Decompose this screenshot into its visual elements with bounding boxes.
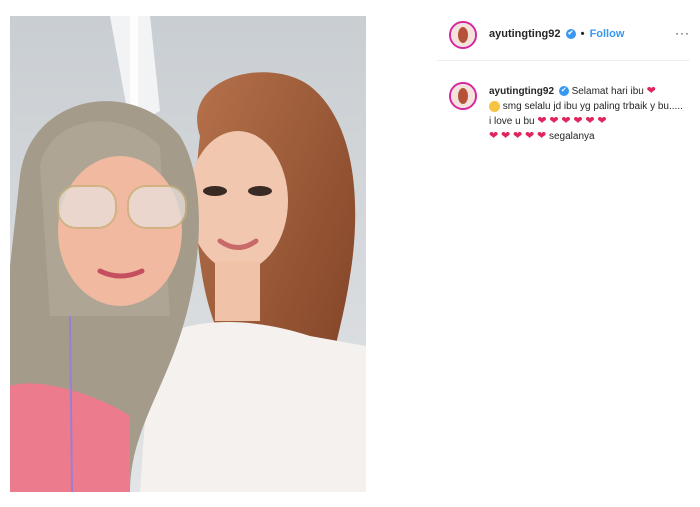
caption-username-link[interactable]: ayutingting92	[489, 86, 554, 97]
caption-text-4: segalanya	[549, 131, 595, 142]
separator-dot: •	[580, 28, 585, 40]
avatar-image	[451, 84, 475, 108]
heart-icon: ❤	[585, 115, 595, 127]
heart-icon: ❤	[537, 115, 547, 127]
heart-icon: ❤	[561, 115, 571, 127]
post-header: ayutingting92 ✔ • Follow ···	[437, 10, 690, 61]
heart-icon: ❤	[501, 130, 511, 142]
heart-icon: ❤	[646, 85, 656, 97]
heart-icon: ❤	[573, 115, 583, 127]
heart-icon: ❤	[549, 115, 559, 127]
caption-text-1: Selamat hari ibu	[571, 86, 644, 97]
caption-text-2: smg selalu jd ibu yg paling trbaik	[502, 101, 648, 112]
avatar-image	[451, 23, 475, 47]
kiss-emoji-icon	[489, 100, 500, 112]
profile-avatar[interactable]	[449, 21, 477, 49]
verified-badge-icon: ✔	[565, 29, 576, 40]
comment-avatar[interactable]	[449, 82, 477, 110]
heart-icon: ❤	[597, 115, 607, 127]
follow-button[interactable]: Follow	[590, 28, 625, 40]
post-image	[10, 16, 366, 492]
heart-icon: ❤	[525, 130, 535, 142]
more-options-icon[interactable]: ···	[675, 26, 690, 40]
heart-icon: ❤	[513, 130, 523, 142]
verified-badge-icon: ✔	[558, 86, 569, 97]
header-username-row: ayutingting92 ✔ • Follow	[489, 28, 624, 40]
username-link[interactable]: ayutingting92	[489, 28, 561, 40]
post-side-panel: ayutingting92 ✔ • Follow ··· ayutingting…	[437, 10, 690, 150]
heart-icon: ❤	[537, 130, 547, 142]
post-photo[interactable]	[10, 16, 366, 492]
heart-icon: ❤	[489, 130, 499, 142]
caption-comment: ayutingting92 ✔ Selamat hari ibu ❤ smg s…	[489, 84, 685, 144]
